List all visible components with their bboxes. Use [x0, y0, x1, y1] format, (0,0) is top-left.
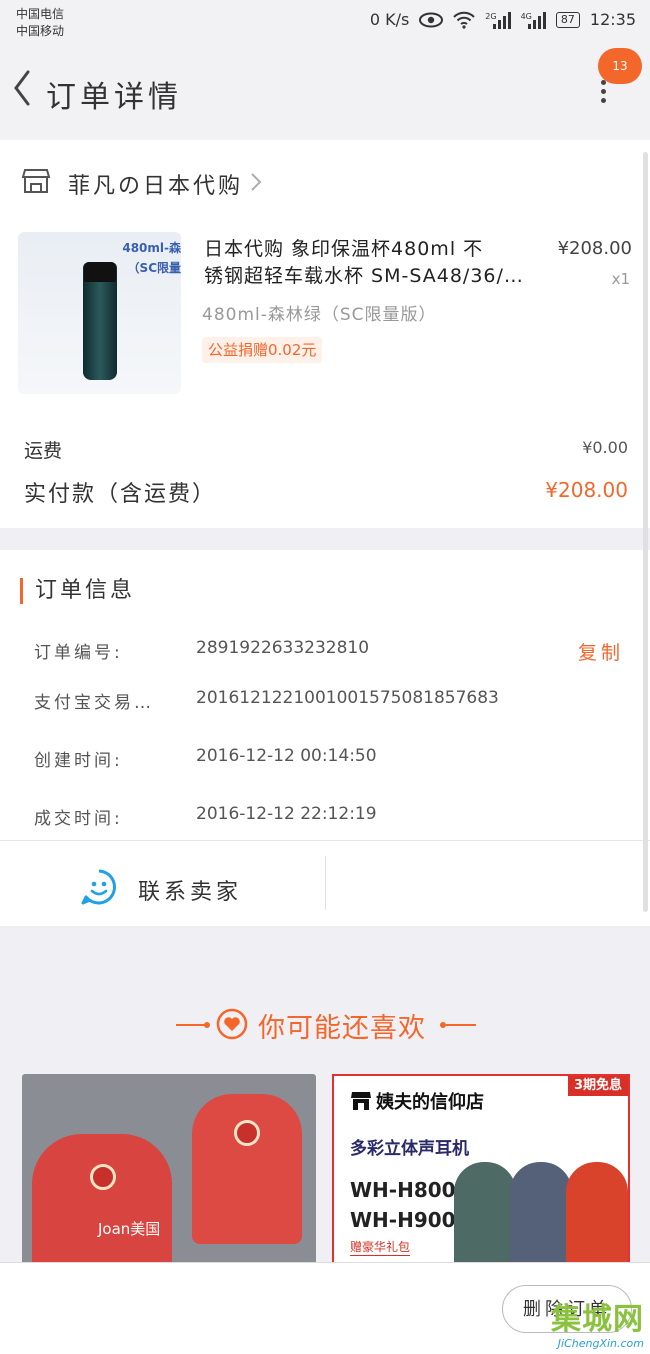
- store-icon: [351, 1092, 371, 1110]
- divider: [0, 840, 650, 841]
- contact-seller-label: 联系卖家: [138, 880, 243, 905]
- status-right: 0 K/s 2G 4G 87 12:35: [370, 10, 636, 29]
- shipping-label: 运费: [24, 440, 63, 462]
- recommend-item-1-caption: Joan美国: [98, 1220, 161, 1238]
- product-title-line2: 锈钢超轻车载水杯 SM-SA48/36/…: [204, 265, 524, 287]
- more-icon[interactable]: [600, 80, 610, 110]
- watermark-text: 集城网: [551, 1302, 644, 1337]
- info-value: 2016-12-12 00:14:50: [196, 746, 377, 766]
- info-value: 2016-12-12 22:12:19: [196, 804, 377, 824]
- net-label-1: 2G: [485, 11, 497, 21]
- section-title: 订单信息: [20, 578, 135, 604]
- recommend-header: 你可能还喜欢: [0, 1000, 650, 1050]
- carrier-1: 中国电信: [16, 7, 65, 21]
- watermark-logo: 集城网 JiChengXin.com: [551, 1302, 644, 1351]
- donation-badge: 公益捐赠0.02元: [202, 337, 323, 363]
- store-name-text: 姨夫的信仰店: [376, 1092, 484, 1113]
- carrier-info: 中国电信 中国移动: [16, 6, 64, 40]
- back-icon[interactable]: [8, 66, 38, 110]
- rec-dot-left: [204, 1022, 210, 1028]
- net-speed: 0 K/s: [369, 10, 410, 29]
- info-label: 支付宝交易…: [34, 693, 154, 713]
- info-label: 创建时间:: [34, 751, 123, 771]
- recommend-title: 你可能还喜欢: [258, 1013, 426, 1044]
- signal-2g-icon: 2G: [485, 11, 511, 29]
- carrier-2: 中国移动: [16, 24, 65, 38]
- product-qty: x1: [611, 270, 630, 288]
- page-title: 订单详情: [46, 80, 182, 115]
- order-product-card: 菲凡の日本代购 480ml-森 （SC限量 日本代购 象印保温杯480ml 不 锈…: [0, 140, 650, 528]
- logo-emblem: [90, 1164, 116, 1190]
- paid-value: ¥208.00: [545, 478, 628, 502]
- battery-icon: 87: [555, 11, 580, 28]
- wifi-icon: [453, 11, 476, 29]
- headphone-shape-3: [566, 1162, 628, 1264]
- promo-badge: 3期免息: [567, 1076, 628, 1096]
- product-title[interactable]: 日本代购 象印保温杯480ml 不 锈钢超轻车载水杯 SM-SA48/36/…: [204, 236, 552, 290]
- recommend-item-2[interactable]: 3期免息 姨夫的信仰店 多彩立体声耳机 WH-H800 WH-H900N 赠豪华…: [332, 1074, 630, 1266]
- product-sku: 480ml-森林绿（SC限量版）: [202, 305, 437, 325]
- info-label: 订单编号:: [34, 643, 123, 663]
- bottom-bar: 删除订单 集城网 JiChengXin.com: [0, 1262, 650, 1354]
- paid-label: 实付款（含运费）: [24, 482, 217, 507]
- copy-button[interactable]: 复制: [578, 638, 624, 665]
- heart-icon: [216, 1008, 248, 1040]
- shipping-value: ¥0.00: [582, 438, 628, 457]
- paid-row: 实付款（含运费） ¥208.00: [24, 476, 628, 508]
- product-image-tag: 480ml-森 （SC限量: [122, 241, 181, 275]
- product-title-line1: 日本代购 象印保温杯480ml 不: [204, 238, 484, 260]
- rec-line-left: [176, 1024, 206, 1026]
- gift-label: 赠豪华礼包: [350, 1240, 411, 1256]
- watermark-url: JiChengXin.com: [557, 1337, 644, 1350]
- chat-smile-icon: [81, 869, 116, 905]
- shop-icon: [22, 169, 50, 193]
- info-label: 成交时间:: [34, 809, 123, 829]
- scroll-indicator[interactable]: [643, 152, 648, 912]
- recommend-item-1[interactable]: Joan美国: [22, 1074, 316, 1266]
- logo-emblem-2: [234, 1120, 260, 1146]
- product-image[interactable]: 480ml-森 （SC限量: [18, 232, 181, 394]
- shop-name: 菲凡の日本代购: [68, 174, 244, 199]
- headphone-shape-1: [454, 1162, 516, 1264]
- net-label-2: 4G: [520, 11, 532, 21]
- product-price: ¥208.00: [557, 238, 632, 259]
- shop-row[interactable]: 菲凡の日本代购: [0, 160, 650, 204]
- eye-icon: [419, 12, 444, 27]
- info-value: 2891922633232810: [196, 638, 370, 658]
- status-bar: 中国电信 中国移动 0 K/s 2G 4G 87 12:35: [0, 0, 650, 44]
- store-name: 姨夫的信仰店: [350, 1088, 484, 1114]
- backpack-shape: [32, 1134, 172, 1266]
- shipping-row: 运费 ¥0.00: [24, 436, 628, 463]
- nav-header: 订单详情 13: [0, 44, 650, 140]
- notification-badge[interactable]: 13: [598, 48, 642, 84]
- info-value: 2016121221001001575081857683: [196, 688, 499, 708]
- headphone-shape-2: [510, 1162, 572, 1264]
- vertical-divider: [325, 856, 326, 910]
- rec-line-right: [446, 1024, 476, 1026]
- backpack-shape-2: [192, 1094, 302, 1244]
- clock: 12:35: [589, 10, 636, 29]
- model-1: WH-H800: [350, 1178, 456, 1202]
- ad-line: 多彩立体声耳机: [350, 1139, 469, 1159]
- chevron-right-icon: [251, 173, 262, 191]
- bottle-cap-shape: [84, 262, 116, 282]
- signal-4g-icon: 4G: [521, 11, 546, 29]
- order-info-card: 订单信息 订单编号: 2891922633232810 复制 支付宝交易… 20…: [0, 550, 650, 926]
